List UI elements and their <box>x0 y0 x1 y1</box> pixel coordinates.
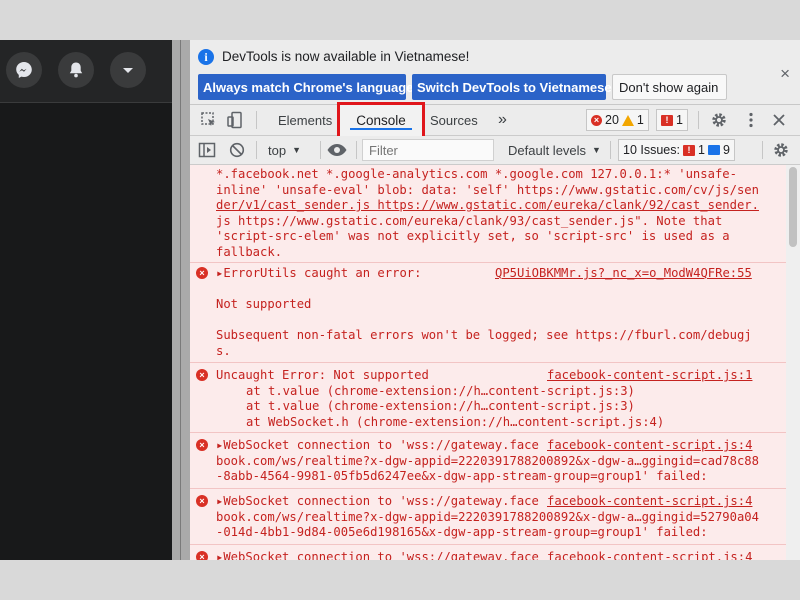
device-toolbar-icon[interactable] <box>226 111 244 129</box>
issues-info-count: 9 <box>722 143 730 157</box>
error-icon: × <box>196 439 208 451</box>
close-devtools-icon[interactable] <box>770 111 788 129</box>
levels-dropdown-icon: ▼ <box>592 145 601 155</box>
log-levels-dropdown[interactable]: Default levels ▼ <box>508 136 601 164</box>
scrollbar-thumb[interactable] <box>789 167 797 247</box>
message-line: book.com/ws/realtime?x-dgw-appid=2220391… <box>216 453 759 468</box>
chevron-down-icon <box>123 68 133 73</box>
message-source-link[interactable]: facebook-content-script.js:4 <box>547 494 752 510</box>
error-icon: × <box>196 551 208 560</box>
message-line: fallback. <box>216 244 283 259</box>
error-icon: × <box>591 114 602 126</box>
message-source-link[interactable]: facebook-content-script.js:1 <box>547 368 752 384</box>
issues-label: 10 Issues: <box>623 143 680 157</box>
infobar-message: DevTools is now available in Vietnamese! <box>222 49 470 64</box>
console-message: × ▸WebSocket connection to 'wss://gatewa… <box>190 432 800 488</box>
message-line: Subsequent non-fatal errors won't be log… <box>216 328 752 342</box>
warning-count: 1 <box>636 113 644 127</box>
message-line: book.com/ws/realtime?x-dgw-appid=2220391… <box>216 509 759 524</box>
tab-elements[interactable]: Elements <box>278 105 332 135</box>
more-options-icon[interactable] <box>742 111 760 129</box>
devtools-tabbar: Elements Console Sources » × 20 1 ! 1 <box>190 102 800 139</box>
clear-console-icon[interactable] <box>228 141 246 159</box>
stack-frame[interactable]: at WebSocket.h (chrome-extension://h…con… <box>246 415 664 431</box>
console-scrollbar[interactable] <box>786 165 800 560</box>
console-messages: *.facebook.net *.google-analytics.com *.… <box>190 165 800 560</box>
issues-counter[interactable]: ! 1 <box>656 109 688 131</box>
message-line: js https://www.gstatic.com/eureka/clank/… <box>216 213 723 228</box>
message-source-link[interactable]: QP5UiOBKMMr.js?_nc_x=o_ModW4QFRe:55 <box>495 266 752 282</box>
devtools-resize-handle[interactable] <box>172 40 190 560</box>
message-source-link[interactable]: facebook-content-script.js:4 <box>547 550 752 560</box>
issues-toolbar-error-count: 1 <box>697 143 705 157</box>
settings-gear-icon[interactable] <box>710 111 728 129</box>
account-menu-button[interactable] <box>110 52 146 88</box>
issues-error-icon: ! <box>682 144 695 156</box>
filter-input[interactable] <box>362 139 494 161</box>
facebook-header <box>0 40 172 103</box>
tab-sources[interactable]: Sources <box>430 105 478 135</box>
show-sidebar-icon[interactable] <box>198 141 216 159</box>
message-line: 'script-src-elem' was not explicitly set… <box>216 229 730 243</box>
console-settings-icon[interactable] <box>772 141 790 159</box>
switch-to-vietnamese-button[interactable]: Switch DevTools to Vietnamese <box>412 74 612 100</box>
context-dropdown-icon: ▼ <box>292 145 301 155</box>
message-line: *.facebook.net *.google-analytics.com *.… <box>216 167 737 181</box>
error-warning-counter[interactable]: × 20 1 <box>586 109 649 131</box>
top-background <box>0 0 800 40</box>
message-source-link[interactable]: facebook-content-script.js:4 <box>547 438 752 454</box>
always-match-language-button[interactable]: Always match Chrome's language <box>198 74 413 100</box>
context-selector-value: top <box>268 142 287 158</box>
console-message: × ▸ErrorUtils caught an error: QP5UiOBKM… <box>190 262 800 362</box>
tab-console[interactable]: Console <box>337 102 425 139</box>
message-title[interactable]: ▸ErrorUtils caught an error: <box>216 266 421 282</box>
inspect-element-icon[interactable] <box>200 111 218 129</box>
message-title[interactable]: ▸WebSocket connection to 'wss://gateway.… <box>216 550 539 560</box>
console-message: × ▸WebSocket connection to 'wss://gatewa… <box>190 488 800 544</box>
messenger-icon <box>16 62 32 78</box>
error-icon: × <box>196 369 208 381</box>
error-icon: × <box>196 495 208 507</box>
bell-icon <box>69 62 83 78</box>
log-levels-value: Default levels <box>508 142 587 158</box>
dont-show-again-button[interactable]: Don't show again <box>612 74 727 100</box>
message-title[interactable]: ▸WebSocket connection to 'wss://gateway.… <box>216 438 539 454</box>
facebook-page-area <box>0 40 172 560</box>
message-title: Uncaught Error: Not supported <box>216 368 429 382</box>
infobar-close-icon[interactable]: × <box>780 64 790 84</box>
console-message: *.facebook.net *.google-analytics.com *.… <box>190 165 800 261</box>
message-line: -8abb-4564-9981-05fb5d6247ee&x-dgw-app-s… <box>216 469 708 483</box>
console-message: × Uncaught Error: Not supported facebook… <box>190 362 800 432</box>
issue-error-icon: ! <box>661 114 673 126</box>
messenger-button[interactable] <box>6 52 42 88</box>
issues-info-icon <box>707 145 720 155</box>
message-line: inline' 'unsafe-eval' blob: data: 'self'… <box>216 182 759 197</box>
stack-frame[interactable]: at t.value (chrome-extension://h…content… <box>246 399 635 415</box>
error-icon: × <box>196 267 208 279</box>
context-selector[interactable]: top ▼ <box>268 136 301 164</box>
console-toolbar: top ▼ Default levels ▼ 10 Issues: ! 1 9 <box>190 136 800 165</box>
issues-error-count: 1 <box>676 113 683 127</box>
stack-frame[interactable]: at t.value (chrome-extension://h…content… <box>246 384 635 400</box>
live-expression-eye-icon[interactable] <box>326 141 348 159</box>
message-line: -014d-4bb1-9d84-005e6d198165&x-dgw-app-s… <box>216 525 708 539</box>
devtools-panel: i DevTools is now available in Vietnames… <box>190 40 800 560</box>
language-infobar: i DevTools is now available in Vietnames… <box>190 40 800 105</box>
message-line: s. <box>216 343 231 358</box>
error-count: 20 <box>605 113 619 127</box>
bottom-background <box>0 560 800 600</box>
issues-button[interactable]: 10 Issues: ! 1 9 <box>618 139 735 161</box>
console-message: × ▸WebSocket connection to 'wss://gatewa… <box>190 544 800 560</box>
more-tabs-icon[interactable]: » <box>498 105 507 135</box>
warning-icon <box>621 114 634 126</box>
info-icon: i <box>198 49 214 65</box>
message-link[interactable]: der/v1/cast_sender.js https://www.gstati… <box>216 198 759 214</box>
message-title[interactable]: ▸WebSocket connection to 'wss://gateway.… <box>216 494 539 510</box>
notifications-button[interactable] <box>58 52 94 88</box>
tab-console-label: Console <box>356 113 406 128</box>
message-line: Not supported <box>216 297 312 311</box>
